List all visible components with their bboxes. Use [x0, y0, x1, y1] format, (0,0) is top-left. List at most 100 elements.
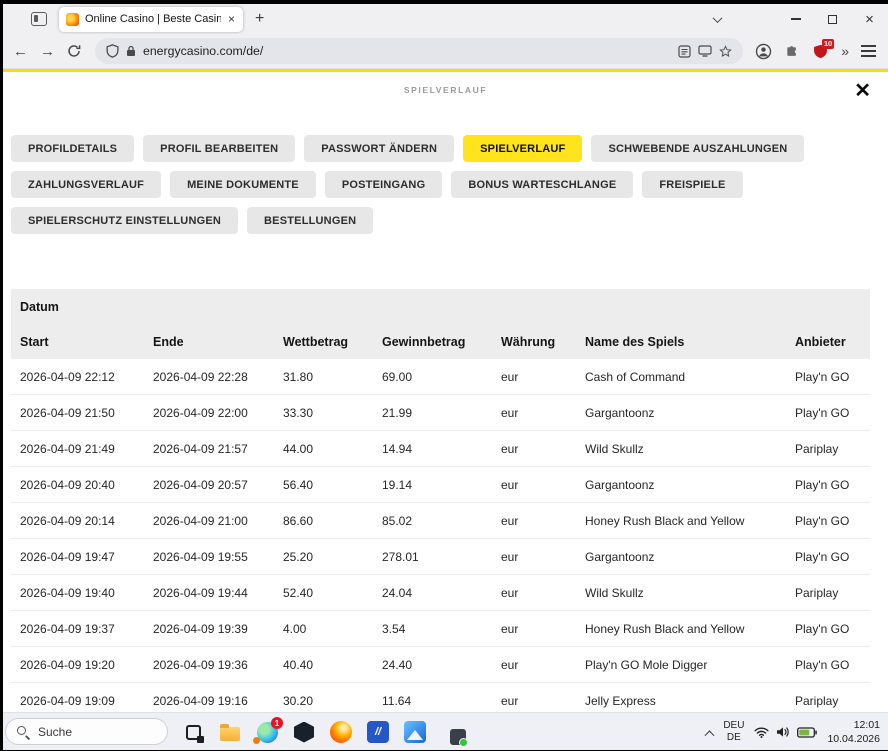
hexagon-app-button[interactable] — [292, 720, 316, 744]
table-cell: 2026-04-09 19:16 — [153, 694, 283, 708]
table-row: 2026-04-09 19:472026-04-09 19:5525.20278… — [11, 539, 870, 575]
url-text[interactable]: energycasino.com/de/ — [143, 44, 263, 58]
column-header-gewinnbetrag: Gewinnbetrag — [382, 335, 501, 349]
table-cell: Pariplay — [795, 586, 870, 600]
nav-button-zahlungsverlauf[interactable]: ZAHLUNGSVERLAUF — [11, 171, 161, 198]
browser-navbar: ← → energycasino.com/de/ 10 » — [3, 34, 888, 69]
table-cell: Play'n GO — [795, 370, 870, 384]
table-cell: 11.64 — [382, 694, 501, 708]
nav-button-schwebende-auszahlungen[interactable]: SCHWEBENDE AUSZAHLUNGEN — [591, 135, 804, 162]
table-cell: 278.01 — [382, 550, 501, 564]
folder-icon — [220, 727, 240, 741]
table-columns: StartEndeWettbetragGewinnbetragWährungNa… — [11, 324, 870, 359]
nav-button-freispiele[interactable]: FREISPIELE — [642, 171, 742, 198]
reload-button[interactable] — [67, 44, 81, 58]
nav-button-profil-bearbeiten[interactable]: PROFIL BEARBEITEN — [143, 135, 295, 162]
table-row: 2026-04-09 21:502026-04-09 22:0033.3021.… — [11, 395, 870, 431]
maximize-button[interactable] — [814, 4, 851, 34]
table-cell: 14.94 — [382, 442, 501, 456]
column-header-wettbetrag: Wettbetrag — [283, 335, 382, 349]
profile-nav: PROFILDETAILS PROFIL BEARBEITEN PASSWORT Ä… — [11, 135, 874, 234]
table-cell: Wild Skullz — [585, 586, 795, 600]
table-row: 2026-04-09 20:402026-04-09 20:5756.4019.… — [11, 467, 870, 503]
nav-button-spielverlauf[interactable]: SPIELVERLAUF — [463, 135, 582, 162]
table-cell: 31.80 — [283, 370, 382, 384]
table-cell: 52.40 — [283, 586, 382, 600]
photos-app-button[interactable] — [403, 720, 427, 744]
wifi-icon — [754, 727, 769, 738]
table-cell: eur — [501, 478, 585, 492]
table-row: 2026-04-09 21:492026-04-09 21:5744.0014.… — [11, 431, 870, 467]
taskbar-system-tray: DEU DE 12:01 10.04.2026 — [706, 713, 880, 751]
reader-view-icon[interactable] — [678, 45, 691, 58]
save-page-icon[interactable] — [698, 45, 712, 57]
new-tab-button[interactable]: + — [255, 11, 264, 27]
adblocker-icon[interactable]: 10 — [811, 43, 829, 59]
task-view-button[interactable] — [181, 720, 205, 744]
table-cell: 2026-04-09 19:37 — [20, 622, 153, 636]
tray-app-button[interactable] — [446, 725, 470, 749]
firefox-button[interactable] — [329, 720, 353, 744]
nav-button-posteingang[interactable]: POSTEINGANG — [325, 171, 443, 198]
language-line2: DE — [723, 732, 744, 745]
table-cell: Play'n GO — [795, 658, 870, 672]
nav-button-profildetails[interactable]: PROFILDETAILS — [11, 135, 134, 162]
firefox-view-icon[interactable] — [31, 12, 47, 26]
tab-close-icon[interactable]: × — [227, 13, 236, 25]
nav-button-passwort-ändern[interactable]: PASSWORT ÄNDERN — [304, 135, 454, 162]
table-cell: eur — [501, 406, 585, 420]
overflow-chevrons-icon[interactable]: » — [841, 43, 849, 59]
nav-button-spielerschutz-einstellungen[interactable]: SPIELERSCHUTZ EINSTELLUNGEN — [11, 207, 238, 234]
list-tabs-chevron-icon[interactable] — [705, 16, 729, 23]
tab-bar: Online Casino | Beste Casino Sp × + × — [3, 4, 888, 34]
firefox-icon — [330, 721, 352, 743]
table-cell: Play'n GO — [795, 550, 870, 564]
table-cell: Gargantoonz — [585, 406, 795, 420]
table-cell: 86.60 — [283, 514, 382, 528]
table-cell: 2026-04-09 21:00 — [153, 514, 283, 528]
table-cell: eur — [501, 442, 585, 456]
table-cell: 2026-04-09 20:57 — [153, 478, 283, 492]
back-button[interactable]: ← — [13, 44, 28, 59]
notification-badge: 1 — [271, 717, 283, 729]
menu-hamburger-icon[interactable] — [861, 50, 876, 52]
tracking-shield-icon[interactable] — [106, 44, 119, 58]
adblocker-badge: 10 — [822, 39, 834, 49]
table-row: 2026-04-09 20:142026-04-09 21:0086.6085.… — [11, 503, 870, 539]
url-bar[interactable]: energycasino.com/de/ — [95, 38, 743, 64]
table-cell: 40.40 — [283, 658, 382, 672]
https-lock-icon[interactable] — [126, 45, 136, 57]
media-app-button[interactable]: // — [366, 720, 390, 744]
nav-button-bestellungen[interactable]: BESTELLUNGEN — [247, 207, 373, 234]
taskbar-search[interactable]: Suche — [5, 718, 168, 745]
browser-tab[interactable]: Online Casino | Beste Casino Sp × — [59, 7, 243, 32]
table-cell: Play'n GO — [795, 622, 870, 636]
table-row: 2026-04-09 19:202026-04-09 19:3640.4024.… — [11, 647, 870, 683]
taskbar-clock[interactable]: 12:01 10.04.2026 — [827, 718, 880, 746]
table-cell: 25.20 — [283, 550, 382, 564]
table-cell: eur — [501, 622, 585, 636]
forward-button[interactable]: → — [40, 44, 55, 59]
minimize-button[interactable] — [777, 4, 814, 34]
nav-button-meine-dokumente[interactable]: MEINE DOKUMENTE — [170, 171, 316, 198]
tab-favicon-icon — [66, 13, 79, 26]
search-label: Suche — [38, 725, 72, 739]
close-window-button[interactable]: × — [851, 4, 888, 34]
extensions-puzzle-icon[interactable] — [784, 44, 799, 59]
tabbar-right-controls: × — [705, 4, 888, 34]
edge-button[interactable]: 1 — [255, 720, 279, 744]
nav-button-bonus-warteschlange[interactable]: BONUS WARTESCHLANGE — [451, 171, 633, 198]
column-header-name-des-spiels: Name des Spiels — [585, 335, 795, 349]
table-cell: 2026-04-09 19:47 — [20, 550, 153, 564]
bookmark-star-icon[interactable] — [719, 45, 732, 58]
search-icon — [16, 725, 30, 739]
system-icons[interactable] — [754, 726, 817, 738]
file-explorer-button[interactable] — [218, 720, 242, 744]
table-cell: Wild Skullz — [585, 442, 795, 456]
account-icon[interactable] — [755, 43, 772, 60]
table-cell: eur — [501, 550, 585, 564]
hidden-icons-chevron-icon[interactable] — [706, 723, 713, 741]
language-indicator[interactable]: DEU DE — [723, 720, 744, 745]
table-row: 2026-04-09 19:372026-04-09 19:394.003.54… — [11, 611, 870, 647]
modal-close-button[interactable]: ✕ — [854, 81, 871, 101]
